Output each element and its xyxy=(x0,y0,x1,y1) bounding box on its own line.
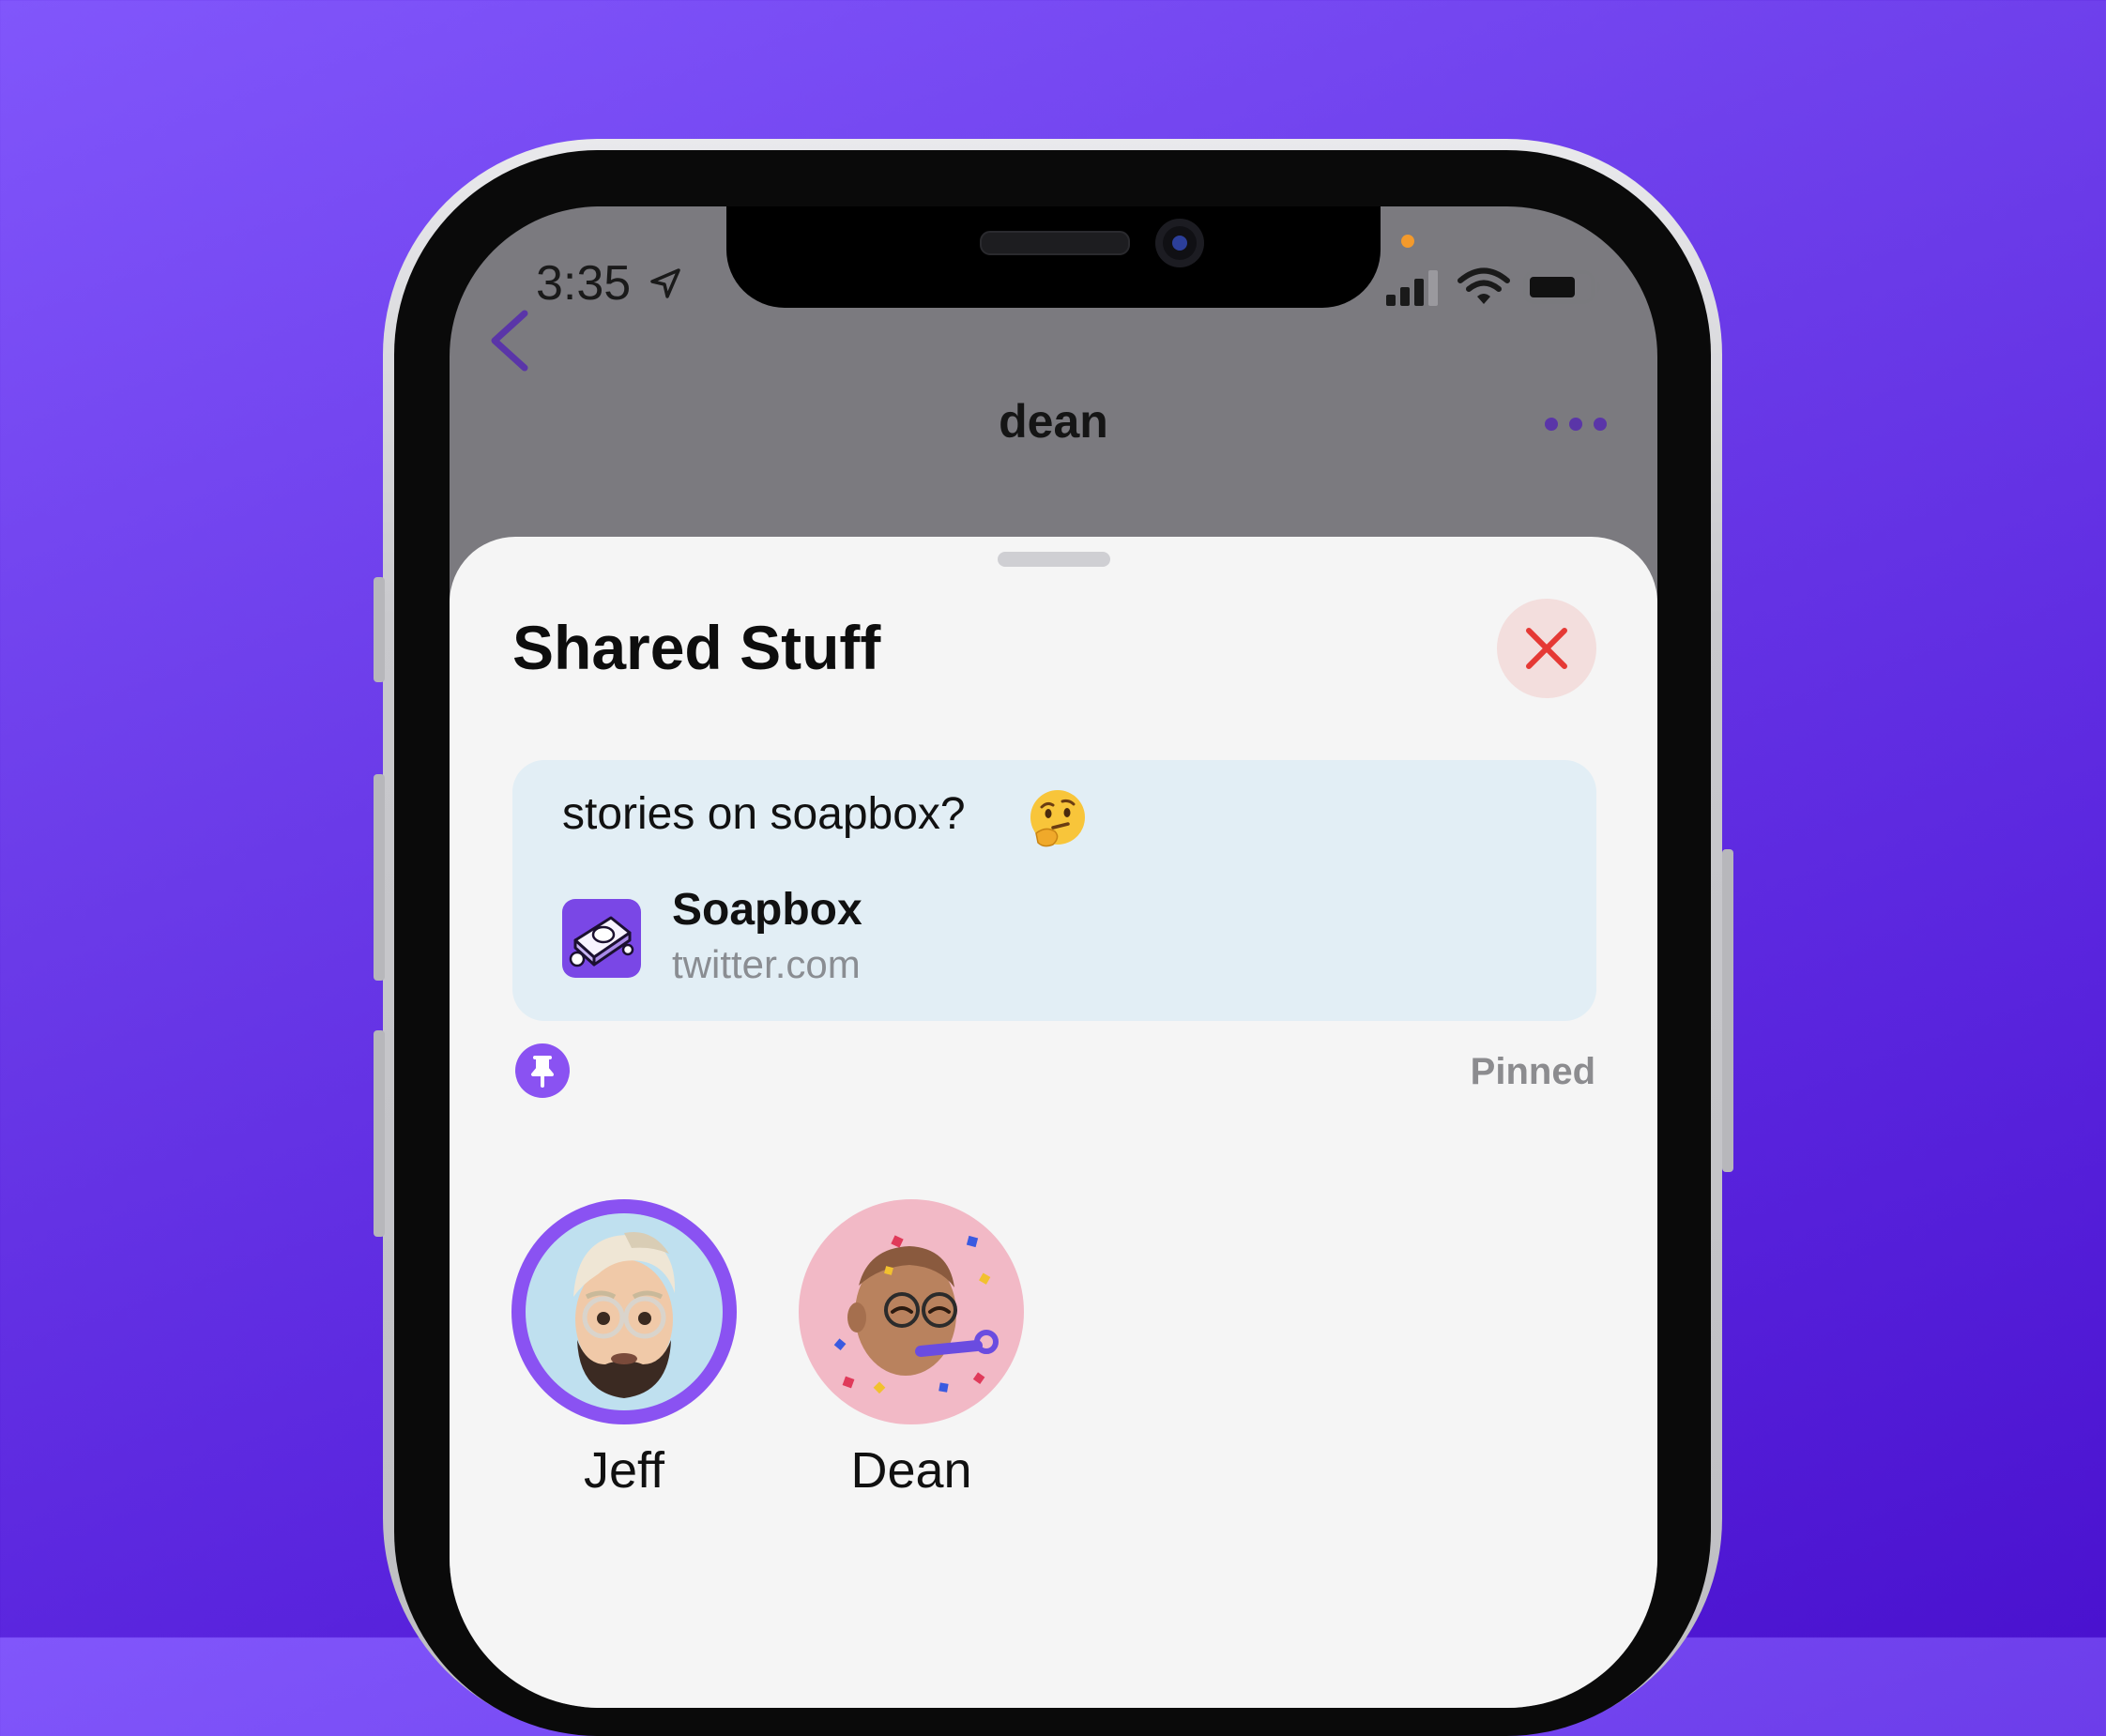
soapbox-app-icon xyxy=(562,899,641,978)
member-jeff[interactable]: Jeff xyxy=(511,1199,737,1500)
close-button[interactable] xyxy=(1497,599,1596,698)
status-time: 3:35 xyxy=(536,256,632,311)
chevron-left-icon[interactable] xyxy=(478,298,543,383)
thinking-face-emoji xyxy=(1030,790,1085,847)
sheet-grabber[interactable] xyxy=(998,552,1110,567)
shared-message-text: stories on soapbox? xyxy=(562,789,966,839)
link-title: Soapbox xyxy=(672,885,862,935)
shared-stuff-sheet: Shared Stuff stories on soapbox? Soapbox… xyxy=(450,537,1657,1708)
shared-link-card[interactable]: stories on soapbox? Soapbox twitter.com xyxy=(512,760,1596,1021)
phone-side-button xyxy=(374,774,385,981)
nav-title: dean xyxy=(999,395,1108,448)
ellipsis-icon[interactable] xyxy=(1538,411,1613,437)
member-dean[interactable]: Dean xyxy=(799,1199,1024,1500)
sheet-title: Shared Stuff xyxy=(512,613,881,682)
link-domain: twitter.com xyxy=(672,942,861,986)
notch xyxy=(726,206,1381,308)
speaker-grille xyxy=(980,231,1130,255)
avatar xyxy=(511,1199,737,1424)
phone-side-button xyxy=(1722,849,1733,1172)
location-arrow-icon xyxy=(650,268,680,298)
member-name: Dean xyxy=(850,1442,972,1499)
avatar xyxy=(799,1199,1024,1424)
pinned-label: Pinned xyxy=(1470,1051,1595,1092)
member-name: Jeff xyxy=(583,1442,665,1499)
privacy-indicator xyxy=(1401,235,1414,248)
phone-screen: 3:35 dean Shared Stuff stories on soapbo… xyxy=(450,206,1657,1708)
phone-side-button xyxy=(374,1030,385,1237)
front-camera xyxy=(1155,219,1204,267)
pushpin-icon[interactable] xyxy=(515,1043,570,1098)
wifi-icon xyxy=(1457,267,1510,304)
close-x-icon xyxy=(1526,628,1567,669)
battery-icon xyxy=(1523,270,1600,304)
phone-side-button xyxy=(374,577,385,682)
cellular-signal-icon xyxy=(1386,270,1438,306)
